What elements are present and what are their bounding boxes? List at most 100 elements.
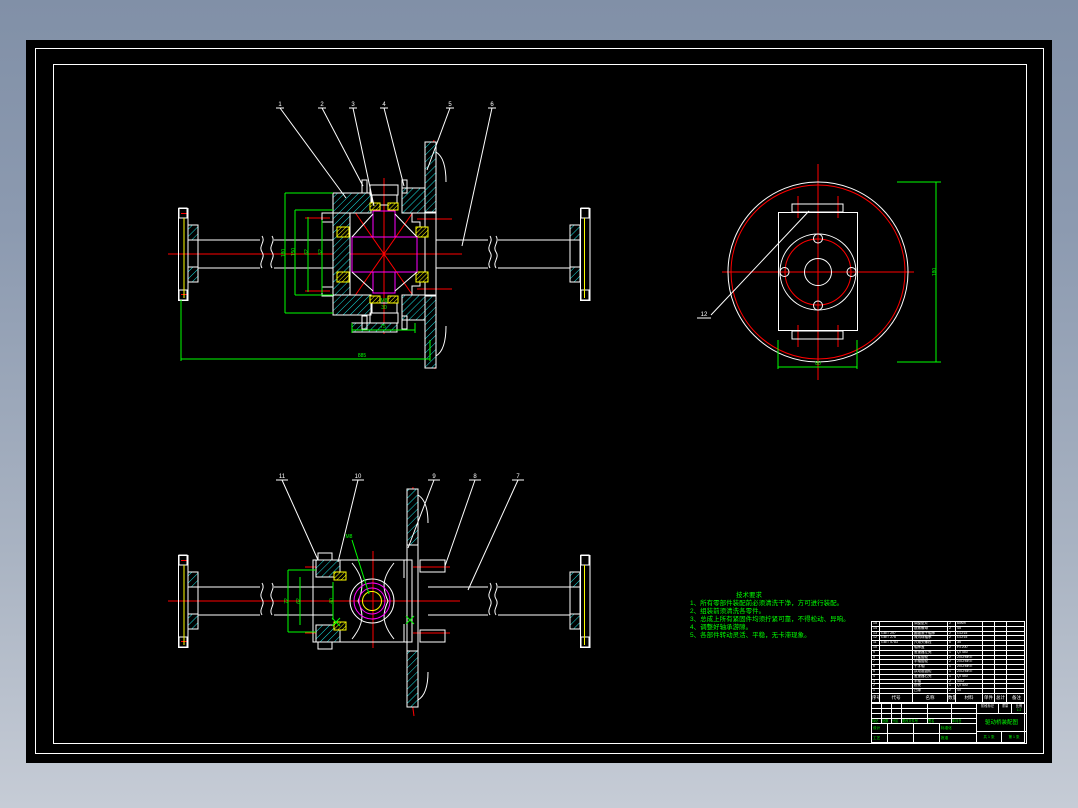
bom-cell — [1007, 622, 1026, 626]
tech-notes-lines: 1、所有零部件装配前必须清洗干净，方可进行装配。 2、组装前须清洗各零件。 3、总成… — [690, 600, 850, 640]
bom-cell: 13 — [872, 631, 880, 636]
bom-cell: 8 — [948, 641, 956, 645]
bom-cell — [880, 626, 913, 631]
bom-cell: 35 — [956, 641, 983, 645]
bom-cell: 2 — [948, 645, 956, 650]
bom-cell: 圆锥滚子轴承 — [913, 631, 948, 636]
bom-cell: 调整垫片 — [913, 622, 948, 626]
bom-cell: 20CrMnTi — [956, 665, 983, 669]
bom-cell: 单件 — [983, 693, 995, 703]
rear-cover-view: 180 80 12 — [697, 164, 941, 380]
bom-cell: 代号 — [880, 693, 913, 703]
bom-cell — [880, 684, 913, 689]
bom-cell: 凸缘 — [913, 689, 948, 693]
tech-note-line: 1、所有零部件装配前必须清洗干净，方可进行装配。 — [690, 600, 844, 607]
bom-cell — [1007, 646, 1026, 650]
signature-cell: 批准 — [940, 734, 977, 744]
bom-cell: 2 — [948, 689, 956, 693]
page-number: 第 1 张 — [1008, 735, 1020, 739]
bom-cell — [880, 665, 913, 669]
bom-cell: 2 — [948, 622, 956, 626]
bom-cell — [983, 631, 995, 636]
signature-cell — [914, 734, 940, 744]
bom-cell: 3 — [872, 679, 880, 684]
svg-text:30: 30 — [381, 305, 387, 311]
bom-cell: 65Mn — [956, 622, 983, 626]
bom-cell — [983, 669, 995, 674]
bom-cell: 名称 — [913, 693, 948, 703]
bom-table: 15 调整垫片 2 65Mn 14 锁紧螺母 2 45 13 GB/T 297 圆锥滚子轴承 2 GCr… — [871, 621, 1025, 703]
top-ring-gear-plate — [406, 488, 429, 708]
tech-notes-title: 技术要求 — [736, 592, 762, 599]
bom-cell — [880, 660, 913, 665]
bom-cell: 2 — [948, 660, 956, 665]
bom-cell: 桥壳 — [913, 684, 948, 689]
bom-cell: 1 — [948, 650, 956, 655]
bom-cell: 10 — [872, 645, 880, 650]
stage-mark-label: 阶段标记 — [981, 704, 994, 708]
bom-cell — [1007, 675, 1026, 679]
scale-value: 1:2 — [1016, 708, 1022, 712]
bom-cell — [880, 622, 913, 626]
svg-text:2: 2 — [320, 102, 324, 108]
bom-cell: 1 — [872, 689, 880, 693]
bom-cell: 9 — [872, 650, 880, 655]
bom-cell: GB/T 5783 — [880, 641, 913, 645]
bom-cell: 40Cr — [956, 679, 983, 684]
bom-cell — [995, 674, 1007, 679]
svg-text:10: 10 — [355, 474, 362, 480]
bom-cell — [983, 626, 995, 631]
bom-cell: 1 — [948, 684, 956, 689]
bom-cell: 2 — [948, 636, 956, 641]
bom-cell — [1007, 684, 1026, 688]
bom-cell — [880, 674, 913, 679]
tech-note-line: 5、各部件转动灵活、平稳，无卡滞现象。 — [690, 632, 811, 639]
bom-cell: QT450 — [956, 650, 983, 655]
svg-text:180: 180 — [281, 249, 287, 258]
bom-cell: 半轴齿轮 — [913, 660, 948, 665]
bom-cell: 2 — [872, 684, 880, 689]
bom-row: 序号代号名称数量材料单件总计备注 — [872, 693, 1026, 703]
bom-cell: 8 — [872, 655, 880, 660]
weight-label: 重量 — [1001, 704, 1009, 708]
svg-text:80: 80 — [815, 361, 821, 367]
svg-text:8: 8 — [473, 474, 477, 480]
bom-cell: HT200 — [956, 645, 983, 650]
bom-cell — [880, 655, 913, 660]
svg-text:72: 72 — [284, 598, 290, 604]
bom-cell — [995, 660, 1007, 665]
bom-cell: 1 — [948, 674, 956, 679]
bom-cell: 45 — [956, 626, 983, 631]
bom-cell: GB/T 297 — [880, 631, 913, 636]
bom-cell: 11 — [872, 641, 880, 645]
bom-cell — [1007, 656, 1026, 660]
bom-cell: 45 — [956, 689, 983, 693]
bom-cell — [995, 689, 1007, 693]
bom-cell: 数量 — [948, 693, 956, 703]
bom-cell: 14 — [872, 626, 880, 631]
bom-cell: GCr15 — [956, 631, 983, 636]
tech-note-line: 2、组装前须清洗各零件。 — [690, 608, 766, 615]
title-block: 标记 处数 分区 更改文件号 签名 年月日 设计 标准化 工艺 批准 阶段标记 重量 比例 1:2… — [871, 703, 1026, 744]
bom-cell — [995, 679, 1007, 684]
top-dimensions — [287, 539, 415, 633]
rear-centerlines — [722, 164, 914, 380]
stage-mark-cell: 阶段标记 — [977, 704, 999, 714]
bom-cell: 5 — [872, 669, 880, 674]
bom-cell: 1 — [948, 669, 956, 674]
svg-text:75: 75 — [380, 324, 386, 330]
bom-cell: GCr15 — [956, 636, 983, 641]
bom-cell: 六角头螺栓 — [913, 641, 948, 645]
bom-cell — [995, 669, 1007, 674]
bom-cell: 4 — [872, 674, 880, 679]
front-right-flange — [569, 207, 591, 301]
svg-text:150: 150 — [291, 248, 297, 257]
bom-cell — [880, 645, 913, 650]
front-bearings — [336, 202, 429, 304]
bom-cell — [983, 636, 995, 641]
rear-balloon-label: 12 — [701, 312, 708, 318]
bom-cell — [1007, 651, 1026, 655]
bom-cell: GB/T 276 — [880, 636, 913, 641]
front-balloon-labels: 1 2 3 4 5 6 — [278, 102, 494, 108]
svg-text:885: 885 — [358, 353, 367, 359]
